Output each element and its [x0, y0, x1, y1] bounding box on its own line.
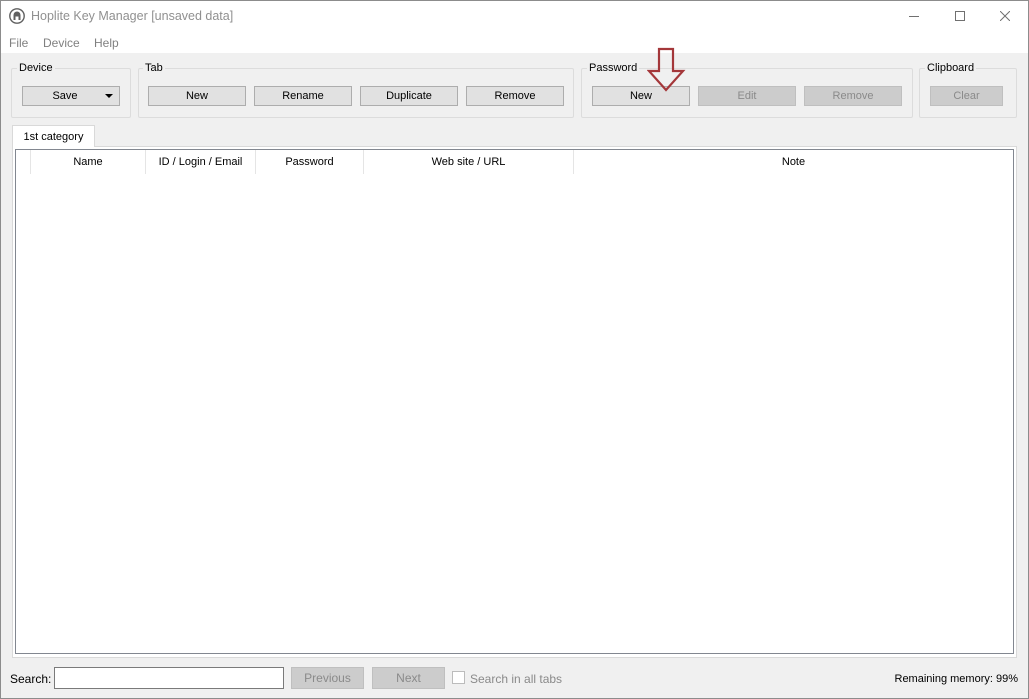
search-input[interactable] — [54, 667, 284, 689]
title-bar: Hoplite Key Manager [unsaved data] — [1, 1, 1028, 31]
table-header: Name ID / Login / Email Password Web sit… — [16, 150, 1013, 174]
caret-down-icon[interactable] — [105, 94, 113, 99]
minimize-button[interactable] — [891, 1, 937, 31]
save-button-label: Save — [52, 90, 78, 102]
next-button[interactable]: Next — [372, 667, 445, 689]
search-label: Search: — [10, 672, 52, 686]
device-group-label: Device — [17, 62, 55, 74]
password-table[interactable]: Name ID / Login / Email Password Web sit… — [15, 149, 1014, 654]
minimize-icon — [909, 16, 919, 17]
row-header-column — [16, 150, 31, 174]
menu-file[interactable]: File — [9, 36, 28, 50]
remaining-memory-status: Remaining memory: 99% — [894, 673, 1019, 685]
menu-device[interactable]: Device — [43, 36, 80, 50]
menu-help[interactable]: Help — [94, 36, 119, 50]
password-edit-button[interactable]: Edit — [698, 86, 796, 106]
search-all-tabs-label: Search in all tabs — [470, 672, 563, 686]
column-name[interactable]: Name — [31, 150, 146, 174]
tab-group-label: Tab — [143, 62, 165, 74]
password-remove-button[interactable]: Remove — [804, 86, 902, 106]
maximize-button[interactable] — [937, 1, 983, 31]
down-arrow-icon — [647, 47, 686, 92]
save-button[interactable]: Save — [22, 86, 120, 106]
previous-button[interactable]: Previous — [291, 667, 364, 689]
tab-1st-category[interactable]: 1st category — [12, 125, 95, 147]
menu-bar: File Device Help — [1, 31, 1028, 53]
tab-new-button[interactable]: New — [148, 86, 246, 106]
maximize-icon — [955, 11, 965, 21]
helmet-icon — [9, 8, 25, 24]
close-button[interactable] — [982, 1, 1028, 31]
clipboard-group-label: Clipboard — [925, 62, 977, 74]
password-group-label: Password — [587, 62, 640, 74]
column-password[interactable]: Password — [256, 150, 364, 174]
column-id-login-email[interactable]: ID / Login / Email — [146, 150, 256, 174]
column-website-url[interactable]: Web site / URL — [364, 150, 574, 174]
window-title: Hoplite Key Manager [unsaved data] — [31, 9, 234, 23]
close-icon — [1000, 11, 1010, 21]
tab-rename-button[interactable]: Rename — [254, 86, 352, 106]
clipboard-clear-button[interactable]: Clear — [930, 86, 1003, 106]
search-all-tabs-checkbox[interactable] — [452, 671, 465, 684]
tab-remove-button[interactable]: Remove — [466, 86, 564, 106]
app-window: Hoplite Key Manager [unsaved data] File … — [0, 0, 1029, 699]
column-note[interactable]: Note — [574, 150, 1013, 174]
tab-duplicate-button[interactable]: Duplicate — [360, 86, 458, 106]
